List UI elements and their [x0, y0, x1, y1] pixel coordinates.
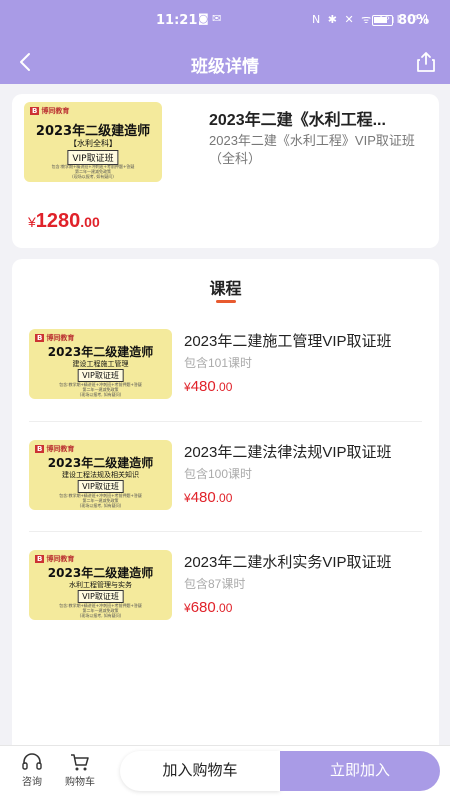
battery-percent: 80% — [398, 13, 430, 28]
brand-logo: B 博同教育 — [30, 107, 70, 115]
course-cover-image: B 博同教育 2023年二级建造师 建设工程施工管理 VIP取证班 包含:教学期+… — [29, 329, 172, 399]
course-name: 2023年二建施工管理VIP取证班 — [184, 333, 392, 350]
course-cover-image: B 博同教育 2023年二级建造师 建设工程法规及相关知识 VIP取证班 包含:教… — [29, 440, 172, 510]
cart-icon — [71, 754, 89, 771]
course-item[interactable]: B 博同教育 2023年二级建造师 水利工程管理与实务 VIP取证班 包含:教学期… — [29, 550, 429, 630]
course-lessons: 包含101课时 — [184, 356, 253, 370]
notification-icons: ◙ ✉ — [198, 12, 222, 25]
section-underline — [216, 300, 236, 303]
courses-card: 课程 B 博同教育 2023年二级建造师 建设工程施工管理 VIP取证班 包含:教… — [12, 259, 439, 749]
divider — [29, 421, 422, 422]
course-name: 2023年二建水利实务VIP取证班 — [184, 554, 392, 571]
divider — [29, 531, 422, 532]
cover-fine-print: 包含:教学期+精讲班+冲刺班+考前押题+答疑 第二年一建减免政策 (现场以报考,… — [51, 164, 135, 179]
page-title: 班级详情 — [191, 57, 259, 76]
status-bar: 11:21 ◙ ✉ N ✱ ✕ ᯤ ⁴⁶ıl ⁴⁶ıl 80% — [0, 0, 450, 42]
class-name: 2023年二建《水利工程... — [209, 112, 386, 129]
brand-logo: B 博同教育 — [35, 555, 75, 563]
class-cover-image: B 博同教育 2023年二级建造师 【水利全科】 VIP取证班 包含:教学期+精讲… — [24, 102, 162, 182]
course-name: 2023年二建法律法规VIP取证班 — [184, 444, 392, 461]
course-price: ¥480.00 — [184, 378, 233, 395]
course-cover-image: B 博同教育 2023年二级建造师 水利工程管理与实务 VIP取证班 包含:教学期… — [29, 550, 172, 620]
share-button[interactable] — [414, 50, 438, 74]
status-time: 11:21 — [156, 13, 198, 28]
section-title: 课程 — [209, 281, 242, 298]
share-icon — [417, 52, 435, 72]
cover-subtitle: 【水利全科】 — [69, 139, 117, 148]
headset-icon — [22, 753, 42, 770]
cart-button[interactable]: 购物车 — [60, 752, 100, 788]
course-item[interactable]: B 博同教育 2023年二级建造师 建设工程法规及相关知识 VIP取证班 包含:教… — [29, 440, 429, 520]
course-lessons: 包含100课时 — [184, 467, 253, 481]
consult-label: 咨询 — [22, 777, 42, 788]
add-to-cart-button[interactable]: 加入购物车 — [120, 751, 280, 791]
course-price: ¥480.00 — [184, 489, 233, 506]
battery-icon — [372, 15, 393, 26]
class-description: 2023年二建《水利工程》VIP取证班（全科） — [209, 133, 415, 166]
course-item[interactable]: B 博同教育 2023年二级建造师 建设工程施工管理 VIP取证班 包含:教学期+… — [29, 329, 429, 409]
class-price: ¥1280.00 — [28, 210, 100, 232]
consult-button[interactable]: 咨询 — [12, 752, 52, 788]
brand-logo: B 博同教育 — [35, 445, 75, 453]
course-price: ¥680.00 — [184, 599, 233, 616]
bottom-action-bar: 咨询 购物车 加入购物车 立即加入 — [0, 745, 450, 800]
cover-badge: VIP取证班 — [67, 150, 119, 165]
course-lessons: 包含87课时 — [184, 577, 246, 591]
nav-bar: 班级详情 — [0, 42, 450, 84]
class-info-card: B 博同教育 2023年二级建造师 【水利全科】 VIP取证班 包含:教学期+精讲… — [12, 94, 439, 248]
cover-title: 2023年二级建造师 — [35, 124, 151, 139]
cart-label: 购物车 — [65, 777, 95, 788]
join-now-button[interactable]: 立即加入 — [280, 751, 440, 791]
brand-logo: B 博同教育 — [35, 334, 75, 342]
